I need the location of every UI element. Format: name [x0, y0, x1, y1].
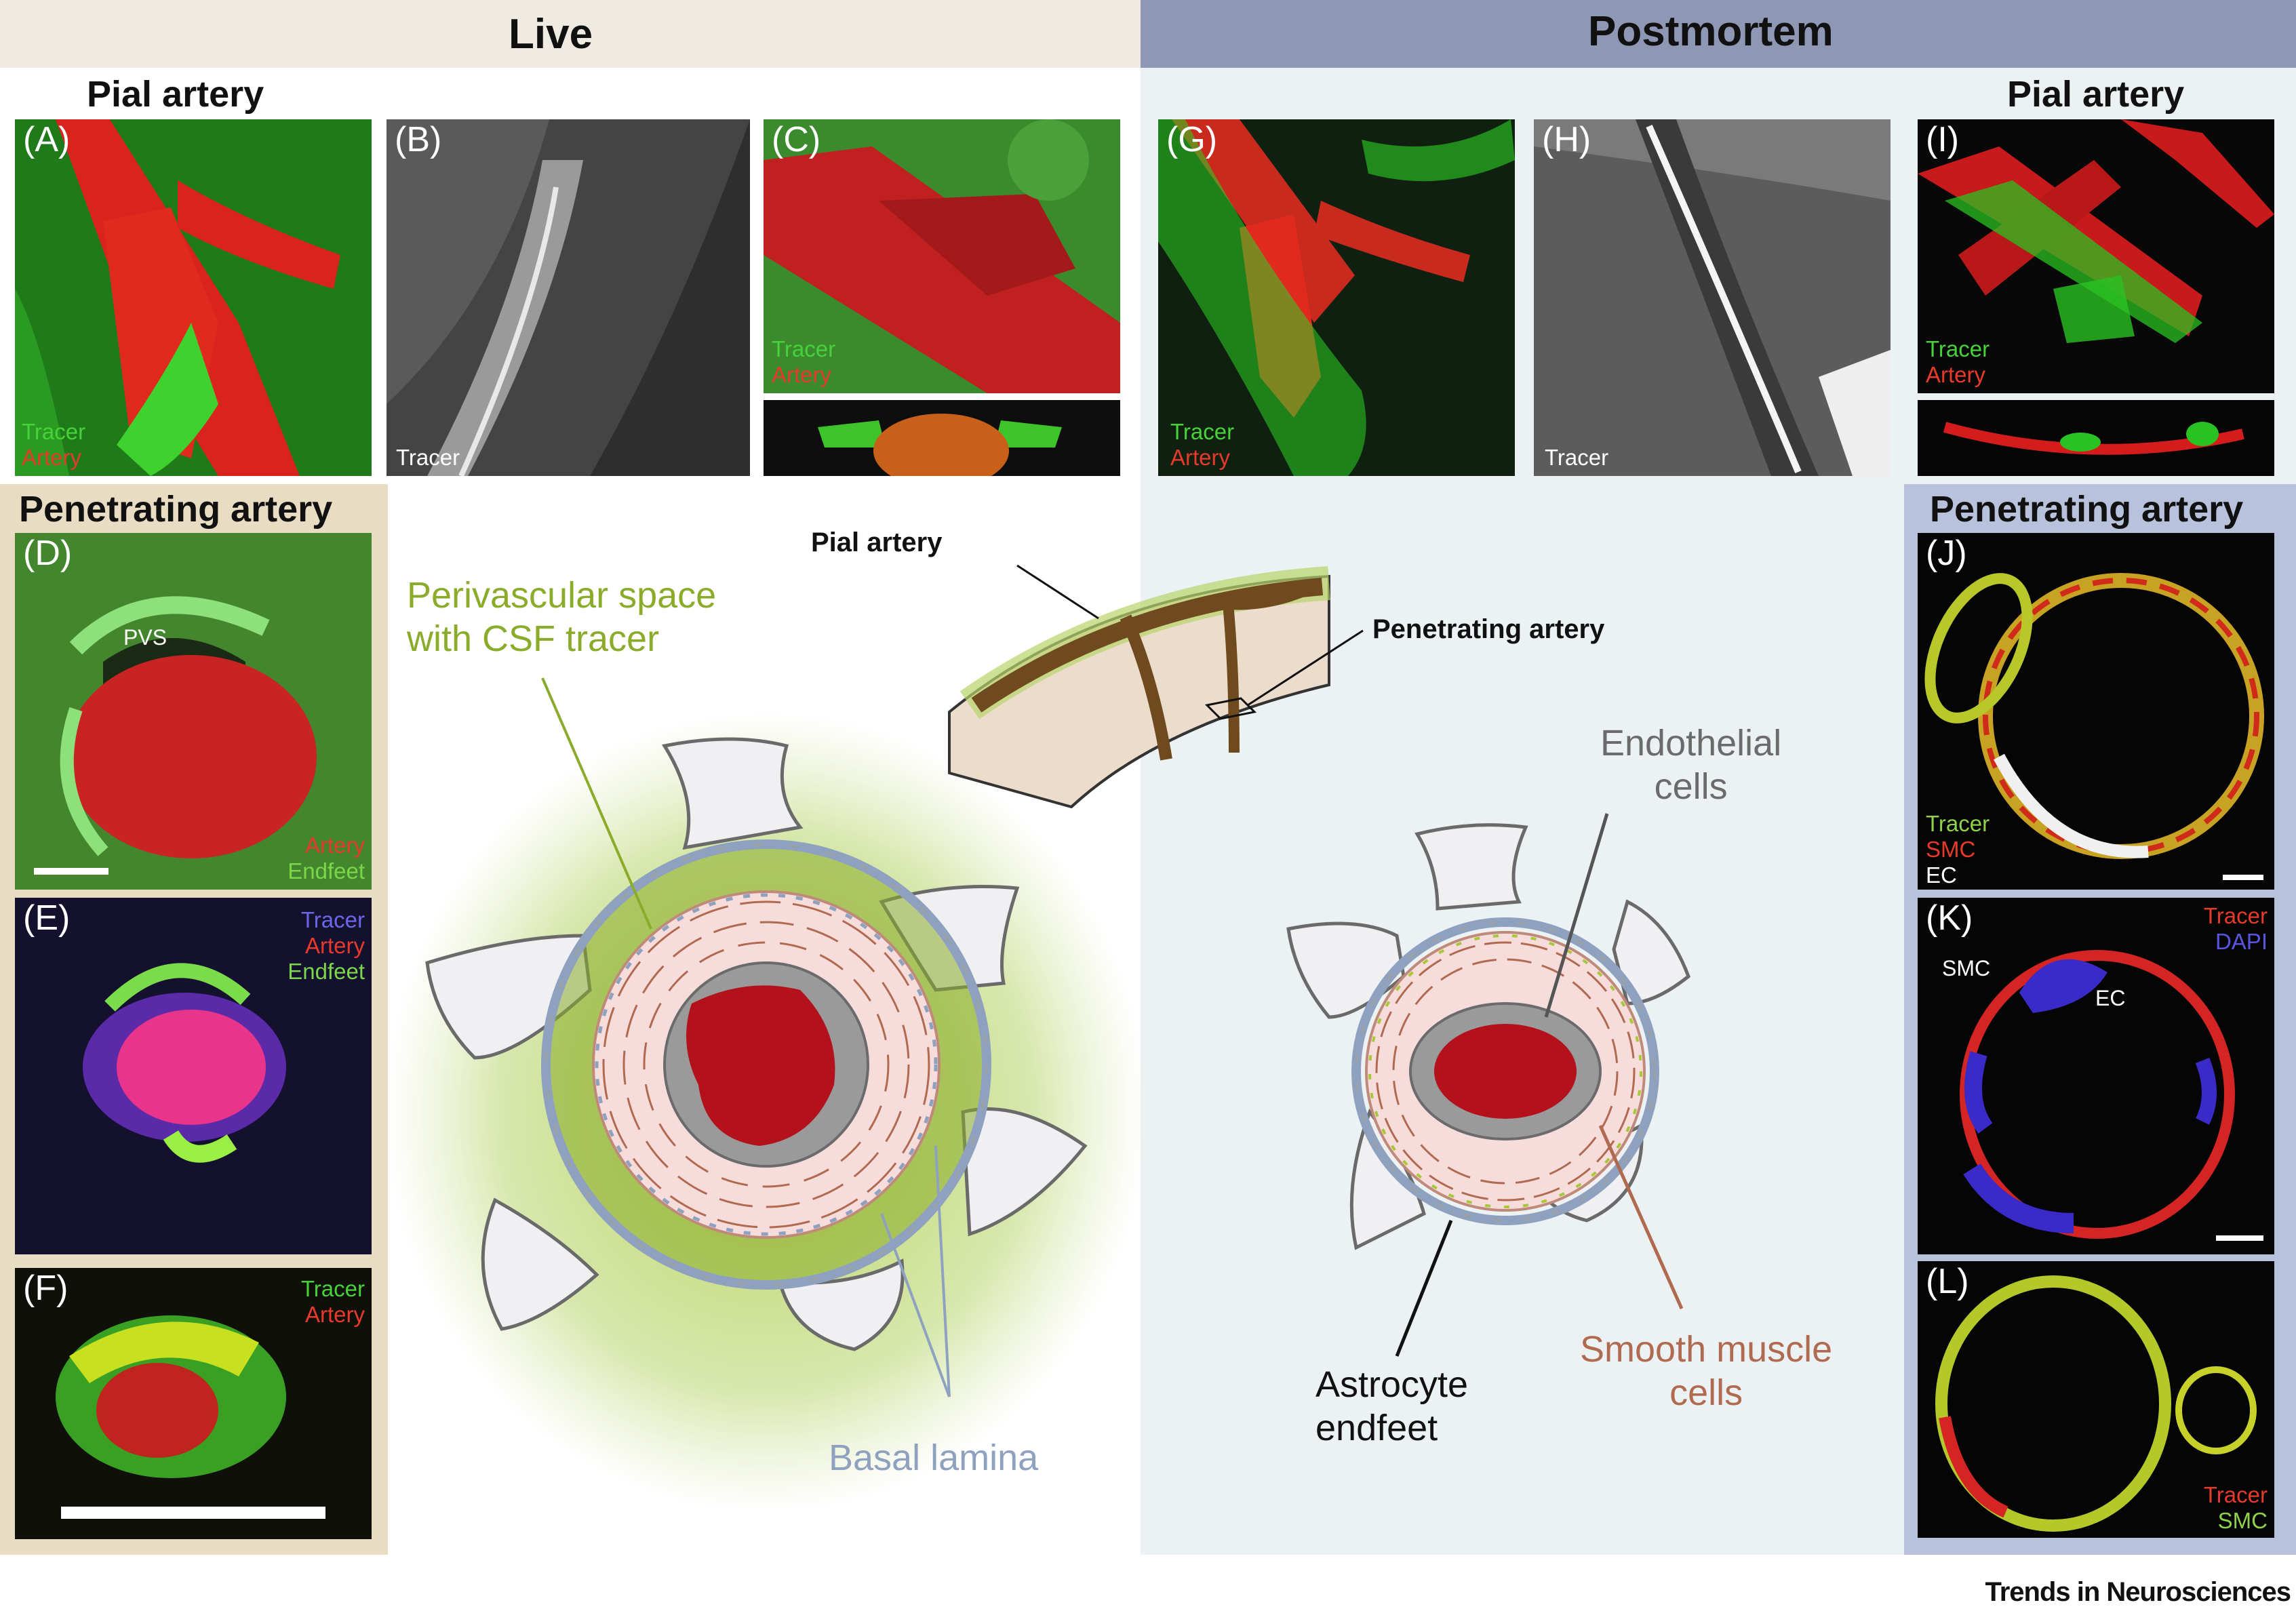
legend-endfeet: Endfeet — [288, 959, 365, 984]
legend-ec: EC — [1926, 862, 1957, 888]
postmortem-cross-section — [1286, 823, 1690, 1250]
panel-b: (B) Tracer — [387, 119, 750, 476]
pial-artery-left-title: Pial artery — [87, 74, 264, 115]
panel-h: (H) Tracer — [1534, 119, 1891, 476]
panel-c-label: (C) — [772, 120, 821, 159]
panel-k-label: (K) — [1926, 898, 1973, 938]
legend-artery: Artery — [304, 833, 365, 858]
legend-endfeet: Endfeet — [288, 858, 365, 883]
legend-artery: Artery — [304, 933, 365, 958]
panel-l: (L) Tracer SMC — [1918, 1261, 2274, 1538]
penetrating-artery-callout: Penetrating artery — [1372, 614, 1605, 644]
panel-e-label: (E) — [23, 898, 71, 938]
penetrating-artery-right-title: Penetrating artery — [1930, 489, 2244, 530]
smc-label: SMC — [1942, 956, 1991, 980]
panel-d: (D) PVS Artery Endfeet — [15, 533, 372, 890]
astrocyte-callout-line1: Astrocyte — [1315, 1364, 1469, 1405]
smc-callout-line2: cells — [1669, 1372, 1743, 1413]
panel-a-label: (A) — [23, 120, 71, 159]
panel-i-label: (I) — [1926, 120, 1960, 159]
basal-lamina-callout: Basal lamina — [829, 1437, 1039, 1478]
astrocyte-callout: Astrocyte endfeet — [1315, 1363, 1468, 1450]
pvs-callout: Perivascular space with CSF tracer — [407, 574, 716, 660]
astrocyte-callout-line — [1395, 1220, 1453, 1357]
legend-tracer: Tracer — [300, 1276, 365, 1301]
journal-footer: Trends in Neurosciences — [1985, 1577, 2291, 1607]
legend-smc: SMC — [1926, 837, 1976, 862]
panel-f: (F) Tracer Artery — [15, 1268, 372, 1539]
ec-label: EC — [2095, 986, 2126, 1010]
panel-e: (E) Tracer Artery Endfeet — [15, 898, 372, 1254]
panel-i-cross-section — [1918, 400, 2274, 476]
panel-h-label: (H) — [1542, 120, 1591, 159]
endothelial-callout-line1: Endothelial — [1600, 723, 1782, 763]
pvs-label: PVS — [123, 625, 167, 650]
panel-g-label: (G) — [1166, 120, 1218, 159]
astrocyte-callout-line2: endfeet — [1315, 1408, 1438, 1448]
legend-artery: Artery — [772, 362, 832, 387]
panel-c-cross-section — [764, 400, 1120, 476]
legend-tracer: Tracer — [2203, 1482, 2268, 1507]
legend-tracer: Tracer — [1926, 811, 1990, 836]
postmortem-header: Postmortem — [1588, 8, 1834, 55]
smc-callout: Smooth muscle cells — [1580, 1328, 1832, 1414]
panel-j: (J) Tracer SMC EC — [1918, 533, 2274, 890]
legend-tracer: Tracer — [1170, 419, 1235, 444]
legend-tracer: Tracer — [22, 419, 86, 444]
panel-j-label: (J) — [1926, 534, 1967, 573]
legend-tracer: Tracer — [1545, 445, 1609, 470]
panel-f-label: (F) — [23, 1269, 68, 1308]
endothelial-callout-line2: cells — [1654, 766, 1728, 807]
panel-i: (I) Tracer Artery — [1918, 119, 2274, 393]
legend-tracer: Tracer — [1926, 336, 1990, 361]
legend-artery: Artery — [304, 1302, 365, 1327]
panel-l-label: (L) — [1926, 1262, 1969, 1301]
pvs-callout-line1: Perivascular space — [407, 575, 717, 616]
pvs-callout-line2: with CSF tracer — [407, 618, 660, 659]
legend-smc: SMC — [2217, 1508, 2268, 1533]
panel-b-label: (B) — [395, 120, 442, 159]
legend-tracer: Tracer — [2203, 903, 2268, 928]
pial-artery-callout: Pial artery — [811, 528, 943, 557]
legend-dapi: DAPI — [2215, 929, 2268, 954]
panel-c: (C) Tracer Artery — [764, 119, 1120, 393]
legend-tracer: Tracer — [772, 336, 836, 361]
live-header: Live — [509, 11, 593, 58]
panel-d-label: (D) — [23, 534, 73, 573]
legend-artery: Artery — [1170, 445, 1231, 470]
live-cross-section — [388, 712, 1146, 1512]
pial-artery-right-title: Pial artery — [2007, 74, 2185, 115]
brain-block-illustration — [948, 564, 1364, 809]
legend-tracer: Tracer — [300, 907, 365, 932]
panel-k: (K) SMC EC Tracer DAPI — [1918, 898, 2274, 1254]
panel-a: (A) Tracer Artery — [15, 119, 372, 476]
legend-artery: Artery — [1926, 362, 1986, 387]
panel-g: (G) Tracer Artery — [1158, 119, 1515, 476]
legend-tracer: Tracer — [396, 445, 460, 470]
smc-callout-line1: Smooth muscle — [1580, 1329, 1833, 1370]
legend-artery: Artery — [22, 445, 82, 470]
penetrating-artery-left-title: Penetrating artery — [19, 489, 333, 530]
endothelial-callout: Endothelial cells — [1600, 721, 1781, 808]
